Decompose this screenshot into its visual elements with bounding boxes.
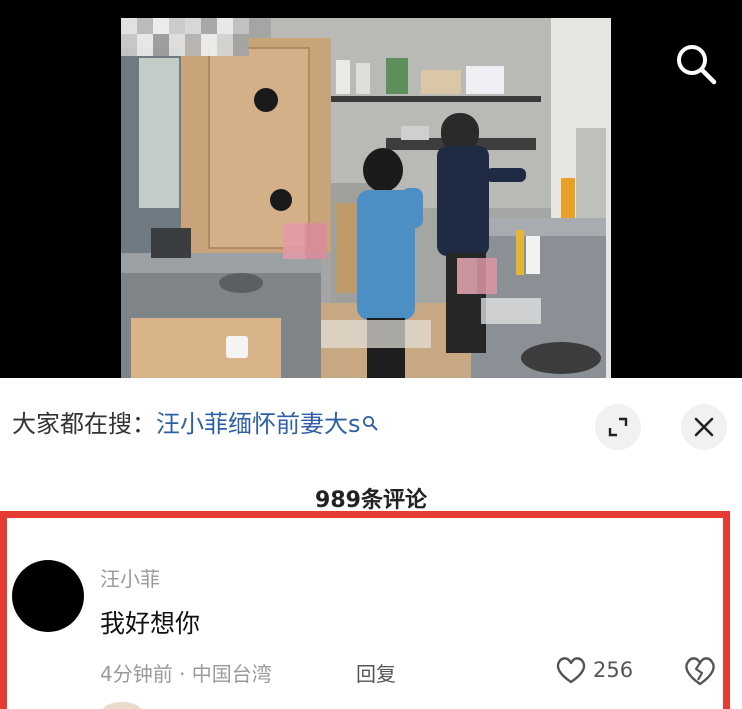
trending-search-hint[interactable]: 大家都在搜：汪小菲缅怀前妻大s [12, 408, 378, 440]
search-button[interactable] [672, 40, 720, 88]
expand-icon [608, 417, 628, 437]
kitchen-scene-image [121, 18, 611, 378]
comment-text: 我好想你 [100, 609, 201, 638]
close-icon [694, 417, 714, 437]
comment-count: 989条评论 [315, 488, 427, 513]
trending-query-link[interactable]: 汪小菲缅怀前妻大s [156, 410, 361, 438]
dislike-button[interactable] [682, 654, 718, 688]
comment-username[interactable]: 汪小菲 [100, 563, 160, 592]
video-frame[interactable] [121, 18, 611, 378]
search-icon [677, 45, 717, 85]
reply-button[interactable]: 回复 [356, 658, 396, 687]
expand-button[interactable] [595, 404, 641, 450]
trending-prefix: 大家都在搜： [12, 410, 156, 438]
broken-heart-icon [685, 657, 715, 686]
like-button[interactable]: 256 [555, 652, 633, 688]
close-button[interactable] [681, 404, 727, 450]
avatar[interactable] [12, 560, 84, 632]
search-icon[interactable] [362, 415, 378, 431]
comment-meta: 4分钟前 · 中国台湾 [100, 662, 272, 686]
heart-icon [556, 657, 586, 684]
video-player[interactable] [0, 0, 742, 378]
like-count: 256 [593, 658, 634, 682]
